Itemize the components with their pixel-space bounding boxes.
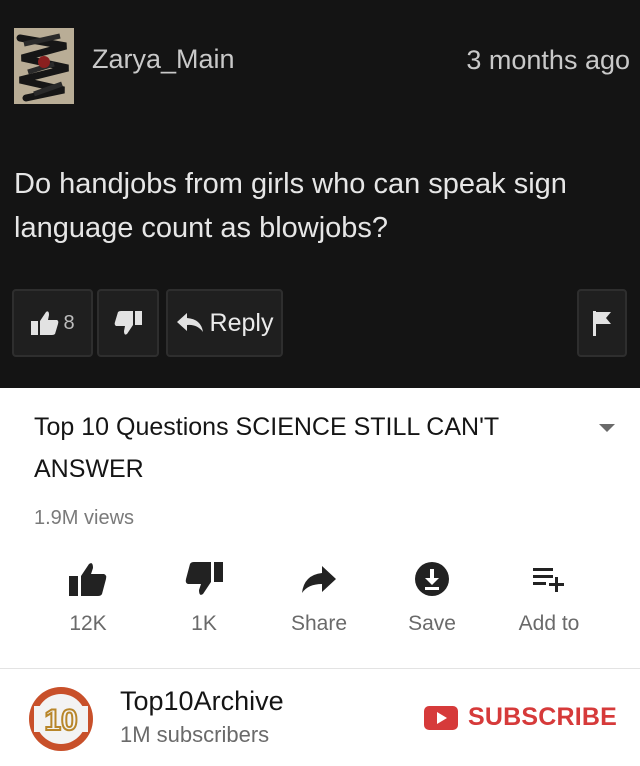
- comment-flag-button[interactable]: [577, 289, 627, 357]
- flag-icon: [593, 311, 611, 336]
- dislike-count: 1K: [191, 612, 217, 635]
- channel-name[interactable]: Top10Archive: [120, 686, 284, 717]
- comment-like-button[interactable]: 8: [12, 289, 93, 357]
- comment-dislike-button[interactable]: [97, 289, 159, 357]
- comment-reply-button[interactable]: Reply: [166, 289, 283, 357]
- share-button[interactable]: Share: [271, 556, 367, 636]
- comment-text: Do handjobs from girls who can speak sig…: [14, 168, 567, 244]
- expand-description-icon[interactable]: [598, 422, 616, 434]
- comment-card: Zarya_Main 3 months ago Do handjobs from…: [0, 0, 640, 388]
- subscribe-button[interactable]: SUBSCRIBE: [424, 703, 617, 732]
- section-divider: [0, 668, 640, 669]
- add-to-playlist-icon: [533, 568, 564, 592]
- share-label: Share: [290, 612, 348, 635]
- comment-username[interactable]: Zarya_Main: [92, 44, 235, 75]
- like-count: 12K: [69, 612, 107, 635]
- like-button[interactable]: 12K: [40, 556, 136, 636]
- dislike-icon: [185, 562, 223, 595]
- reply-icon: [176, 313, 203, 332]
- save-label: Save: [408, 612, 456, 635]
- channel-avatar[interactable]: 10: [28, 686, 94, 752]
- video-title: Top 10 Questions SCIENCE STILL CAN'T ANS…: [34, 413, 499, 483]
- user-avatar[interactable]: [14, 28, 74, 104]
- reply-label: Reply: [209, 308, 274, 337]
- view-count: 1.9M views: [34, 507, 135, 529]
- save-button[interactable]: Save: [384, 556, 480, 636]
- thumbs-up-icon: [31, 311, 59, 335]
- comment-timestamp: 3 months ago: [466, 45, 630, 75]
- comment-like-count: 8: [63, 311, 75, 334]
- subscribe-label: SUBSCRIBE: [468, 703, 618, 731]
- channel-logo-text: 10: [44, 704, 77, 737]
- add-to-label: Add to: [518, 612, 580, 635]
- like-icon: [69, 563, 107, 596]
- share-icon: [302, 566, 336, 593]
- add-to-playlist-button[interactable]: Add to: [501, 556, 597, 636]
- dislike-button[interactable]: 1K: [156, 556, 252, 636]
- save-icon: [415, 562, 449, 596]
- youtube-play-icon: [424, 705, 458, 730]
- thumbs-down-icon: [114, 311, 142, 335]
- subscriber-count: 1M subscribers: [120, 722, 270, 747]
